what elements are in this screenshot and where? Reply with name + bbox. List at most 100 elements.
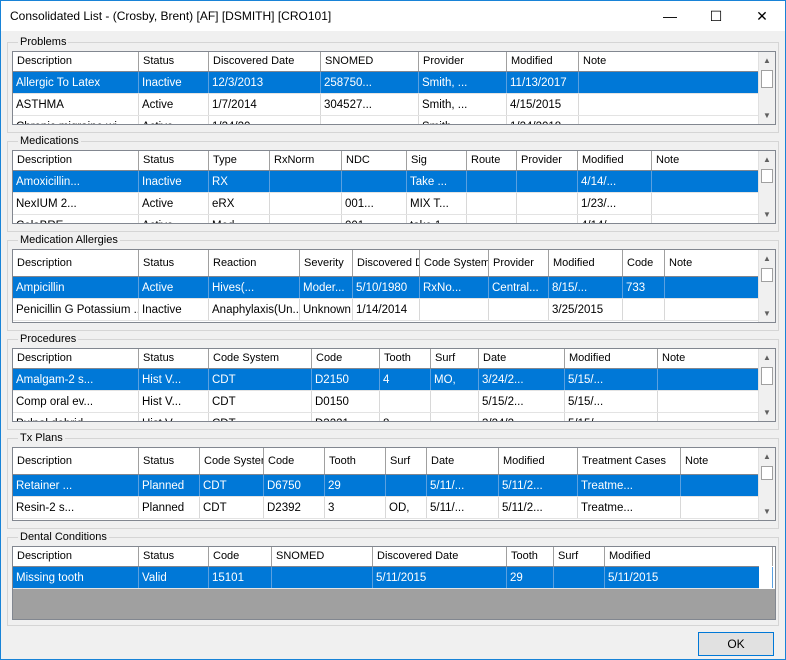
scroll-up-icon[interactable]: ▲ <box>759 52 775 69</box>
column-header-code[interactable]: Code <box>312 349 380 368</box>
column-header-surf[interactable]: Surf <box>431 349 479 368</box>
column-header-modified[interactable]: Modified <box>549 250 623 276</box>
scroll-down-icon[interactable]: ▼ <box>759 206 775 223</box>
table-row[interactable]: ASTHMA Active 1/7/2014 304527... Smith, ... 4… <box>13 94 759 116</box>
ok-button[interactable]: OK <box>698 632 774 656</box>
column-header-code[interactable]: Code <box>264 448 325 474</box>
table-row[interactable]: Amalgam-2 s... Hist V... CDT D2150 4 MO, 3/24/… <box>13 369 759 391</box>
column-header-discovered-date[interactable]: Discovered Date <box>353 250 420 276</box>
dental-conditions-grid[interactable]: Description Status Code SNOMED Discovered Da… <box>12 546 776 620</box>
column-header-snomed[interactable]: SNOMED <box>272 547 373 566</box>
column-header-code[interactable]: Code <box>209 547 272 566</box>
column-header-sig[interactable]: Sig <box>407 151 467 170</box>
scroll-up-icon[interactable]: ▲ <box>759 250 775 267</box>
column-header-snomed[interactable]: SNOMED <box>321 52 419 71</box>
scroll-down-icon[interactable]: ▼ <box>759 107 775 124</box>
table-row[interactable]: Resin-2 s... Planned CDT D2392 3 OD, 5/11/... 5… <box>13 497 759 519</box>
column-header-date[interactable]: Date <box>427 448 499 474</box>
table-row[interactable]: ColaBRE...ActiveMed 001...take 1... 4/14/.… <box>13 215 759 223</box>
table-row[interactable]: Comp oral ev... Hist V... CDT D0150 5/15/2..… <box>13 391 759 413</box>
table-row[interactable]: Amoxicillin... Inactive RX Take ... 4/14/... <box>13 171 759 193</box>
scroll-thumb[interactable] <box>761 466 773 480</box>
column-header-modified[interactable]: Modified <box>578 151 652 170</box>
column-header-surf[interactable]: Surf <box>554 547 605 566</box>
column-header-route[interactable]: Route <box>467 151 517 170</box>
column-header-date[interactable]: Date <box>479 349 565 368</box>
column-header-note[interactable]: Note <box>681 448 759 474</box>
scroll-up-icon[interactable]: ▲ <box>759 151 775 168</box>
column-header-type[interactable]: Type <box>209 151 270 170</box>
med-allergies-grid[interactable]: Description Status Reaction Severity Discove… <box>12 249 776 323</box>
vertical-scrollbar[interactable]: ▲ ▼ <box>758 52 775 124</box>
column-header-status[interactable]: Status <box>139 250 209 276</box>
column-header-modified[interactable]: Modified <box>499 448 578 474</box>
cell-surf <box>431 391 479 412</box>
scroll-up-icon[interactable]: ▲ <box>759 448 775 465</box>
column-header-reaction[interactable]: Reaction <box>209 250 300 276</box>
table-row[interactable]: NexIUM 2... Active eRX 001... MIX T... 1/23/.… <box>13 193 759 215</box>
column-header-discovered-date[interactable]: Discovered Date <box>209 52 321 71</box>
cell-tooth: 29 <box>325 475 386 496</box>
column-header-code-system[interactable]: Code System <box>420 250 489 276</box>
table-row[interactable]: Ampicillin Active Hives(... Moder... 5/10/19… <box>13 277 759 299</box>
column-header-code-system[interactable]: Code System <box>209 349 312 368</box>
column-header-note[interactable]: Note <box>658 349 759 368</box>
scroll-thumb[interactable] <box>761 70 773 88</box>
problems-grid[interactable]: Description Status Discovered Date SNOMED Pr… <box>12 51 776 125</box>
column-header-treatment-cases[interactable]: Treatment Cases <box>578 448 681 474</box>
column-header-code-system[interactable]: Code System <box>200 448 264 474</box>
column-header-provider[interactable]: Provider <box>419 52 507 71</box>
column-header-note[interactable]: Note <box>665 250 759 276</box>
minimize-icon[interactable]: — <box>647 1 693 31</box>
column-header-note[interactable]: Note <box>652 151 759 170</box>
column-header-tooth[interactable]: Tooth <box>325 448 386 474</box>
scroll-thumb[interactable] <box>761 268 773 282</box>
scroll-down-icon[interactable]: ▼ <box>759 503 775 520</box>
vertical-scrollbar[interactable]: ▲ ▼ <box>758 349 775 421</box>
column-header-status[interactable]: Status <box>139 448 200 474</box>
column-header-rxnorm[interactable]: RxNorm <box>270 151 342 170</box>
medications-grid[interactable]: Description Status Type RxNorm NDC Sig Route Pr… <box>12 150 776 224</box>
table-row[interactable]: Allergic To Latex Inactive 12/3/2013 258750… <box>13 72 759 94</box>
column-header-provider[interactable]: Provider <box>517 151 578 170</box>
column-header-ndc[interactable]: NDC <box>342 151 407 170</box>
scroll-thumb[interactable] <box>761 169 773 183</box>
scroll-down-icon[interactable]: ▼ <box>759 404 775 421</box>
column-header-status[interactable]: Status <box>139 151 209 170</box>
column-header-tooth[interactable]: Tooth <box>380 349 431 368</box>
maximize-icon[interactable]: ☐ <box>693 1 739 31</box>
table-row[interactable]: Pulpal debrid...Hist V...CDTD32218 3/24/2… <box>13 413 759 421</box>
table-row[interactable]: Missing tooth Valid 15101 5/11/2015 29 5/11/2… <box>13 567 773 589</box>
procedures-grid[interactable]: Description Status Code System Code Tooth Sur… <box>12 348 776 422</box>
column-header-modified[interactable]: Modified <box>507 52 579 71</box>
column-header-modified[interactable]: Modified <box>605 547 773 566</box>
vertical-scrollbar[interactable]: ▲ ▼ <box>758 151 775 223</box>
tx-plans-grid[interactable]: Description Status Code System Code Tooth Sur… <box>12 447 776 521</box>
column-header-modified[interactable]: Modified <box>565 349 658 368</box>
column-header-description[interactable]: Description <box>13 349 139 368</box>
scroll-up-icon[interactable]: ▲ <box>759 349 775 366</box>
vertical-scrollbar[interactable]: ▲ ▼ <box>758 250 775 322</box>
column-header-tooth[interactable]: Tooth <box>507 547 554 566</box>
column-header-description[interactable]: Description <box>13 52 139 71</box>
table-row[interactable]: Penicillin G Potassium ... Inactive Anaphy… <box>13 299 759 321</box>
column-header-surf[interactable]: Surf <box>386 448 427 474</box>
scroll-thumb[interactable] <box>761 367 773 385</box>
column-header-description[interactable]: Description <box>13 448 139 474</box>
vertical-scrollbar[interactable]: ▲ ▼ <box>758 448 775 520</box>
column-header-provider[interactable]: Provider <box>489 250 549 276</box>
table-row[interactable]: Chronic migraine wi...Active1/24/20... Sm… <box>13 116 759 124</box>
column-header-discovered-date[interactable]: Discovered Date <box>373 547 507 566</box>
column-header-description[interactable]: Description <box>13 250 139 276</box>
close-icon[interactable]: ✕ <box>739 1 785 31</box>
column-header-note[interactable]: Note <box>579 52 759 71</box>
column-header-status[interactable]: Status <box>139 52 209 71</box>
column-header-description[interactable]: Description <box>13 547 139 566</box>
column-header-description[interactable]: Description <box>13 151 139 170</box>
table-row[interactable]: Retainer ... Planned CDT D6750 29 5/11/... 5/1… <box>13 475 759 497</box>
column-header-severity[interactable]: Severity <box>300 250 353 276</box>
column-header-status[interactable]: Status <box>139 349 209 368</box>
scroll-down-icon[interactable]: ▼ <box>759 305 775 322</box>
column-header-status[interactable]: Status <box>139 547 209 566</box>
column-header-code[interactable]: Code <box>623 250 665 276</box>
